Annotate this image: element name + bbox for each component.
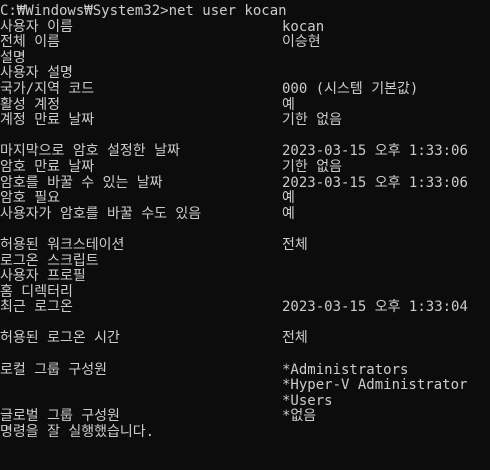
field-label-password-last-set: 마지막으로 암호 설정한 날짜 xyxy=(0,143,180,160)
output-row: 사용자 설명 xyxy=(0,66,490,82)
output-row: 사용자 이름 kocan xyxy=(0,18,490,36)
field-label-logon-script: 로그온 스크립트 xyxy=(0,252,99,269)
field-value-user-may-change-password: 예 xyxy=(282,205,295,222)
console-window[interactable]: C:₩Windows₩System32>net user kocan 사용자 이… xyxy=(0,0,490,470)
output-row: 최근 로그온 2023-03-15 오후 1:33:04 xyxy=(0,300,490,316)
output-row: 전체 이름 이승현 xyxy=(0,35,490,51)
field-label-user-may-change-password: 사용자가 암호를 바꿀 수도 있음 xyxy=(0,205,202,222)
output-row: 마지막으로 암호 설정한 날짜 2023-03-15 오후 1:33:06 xyxy=(0,144,490,160)
field-value-country-code: 000 (시스템 기본값) xyxy=(282,80,419,97)
output-row: 홈 디렉터리 xyxy=(0,283,490,301)
output-row: 허용된 워크스테이션 전체 xyxy=(0,236,490,254)
output-row: 허용된 로그온 시간 전체 xyxy=(0,331,490,347)
field-label-country-code: 국가/지역 코드 xyxy=(0,80,95,97)
output-row: *Hyper-V Administrator xyxy=(0,378,490,394)
output-row: 로그온 스크립트 xyxy=(0,252,490,270)
field-value-password-changeable: 2023-03-15 오후 1:33:06 xyxy=(282,174,468,191)
command-result-text: 명령을 잘 실행했습니다. xyxy=(0,424,155,441)
field-value-last-logon: 2023-03-15 오후 1:33:04 xyxy=(282,299,468,316)
field-value-password-expires: 기한 없음 xyxy=(282,158,342,175)
field-label-logon-hours-allowed: 허용된 로그온 시간 xyxy=(0,330,120,347)
output-row: 암호를 바꿀 수 있는 날짜 2023-03-15 오후 1:33:06 xyxy=(0,174,490,192)
field-value-account-expires: 기한 없음 xyxy=(282,112,342,129)
output-row: 암호 만료 날짜 기한 없음 xyxy=(0,158,490,176)
field-value-global-group: *없음 xyxy=(282,408,317,425)
output-row: *Users xyxy=(0,392,490,410)
field-label-account-expires: 계정 만료 날짜 xyxy=(0,112,95,129)
output-row: 계정 만료 날짜 기한 없음 xyxy=(0,113,490,129)
field-label-home-directory: 홈 디렉터리 xyxy=(0,283,73,300)
field-value-password-last-set: 2023-03-15 오후 1:33:06 xyxy=(282,143,468,160)
field-label-password-required: 암호 필요 xyxy=(0,190,60,207)
output-row: 사용자가 암호를 바꿀 수도 있음 예 xyxy=(0,205,490,223)
field-label-user-name: 사용자 이름 xyxy=(0,18,73,35)
field-value-local-group: *Users xyxy=(282,392,333,409)
field-label-password-changeable: 암호를 바꿀 수 있는 날짜 xyxy=(0,174,163,191)
output-row: 사용자 프로필 xyxy=(0,268,490,285)
field-value-workstations-allowed: 전체 xyxy=(282,236,308,253)
output-row: 설명 xyxy=(0,49,490,67)
command-line: C:₩Windows₩System32>net user kocan xyxy=(0,3,490,20)
field-value-local-group: *Administrators xyxy=(282,361,409,378)
output-row: 로컬 그룹 구성원 *Administrators xyxy=(0,361,490,379)
field-label-comment: 설명 xyxy=(0,49,26,66)
command-prompt-text: C:₩Windows₩System32>net user kocan xyxy=(0,3,287,19)
output-row: 암호 필요 예 xyxy=(0,191,490,207)
field-label-user-profile: 사용자 프로필 xyxy=(0,268,86,285)
field-value-full-name: 이승현 xyxy=(282,34,321,51)
field-label-full-name: 전체 이름 xyxy=(0,34,60,51)
result-line: 명령을 잘 실행했습니다. xyxy=(0,424,490,441)
field-value-password-required: 예 xyxy=(282,190,295,207)
field-label-workstations-allowed: 허용된 워크스테이션 xyxy=(0,236,125,253)
output-row: 국가/지역 코드 000 (시스템 기본값) xyxy=(0,80,490,98)
field-label-local-group-memberships: 로컬 그룹 구성원 xyxy=(0,361,108,378)
field-value-user-name: kocan xyxy=(282,18,325,35)
field-label-last-logon: 최근 로그온 xyxy=(0,299,73,316)
field-label-password-expires: 암호 만료 날짜 xyxy=(0,158,95,175)
field-value-logon-hours-allowed: 전체 xyxy=(282,330,308,347)
output-row: 활성 계정 예 xyxy=(0,96,490,114)
field-label-user-comment: 사용자 설명 xyxy=(0,65,73,82)
field-label-account-active: 활성 계정 xyxy=(0,96,60,113)
field-value-account-active: 예 xyxy=(282,96,295,113)
field-value-local-group: *Hyper-V Administrator xyxy=(282,377,468,394)
output-row: 글로벌 그룹 구성원 *없음 xyxy=(0,409,490,425)
field-label-global-group-memberships: 글로벌 그룹 구성원 xyxy=(0,408,120,425)
